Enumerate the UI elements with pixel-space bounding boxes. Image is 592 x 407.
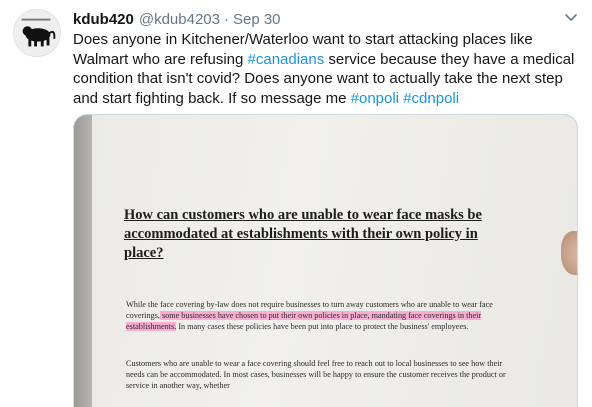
document-photo: How can customers who are unable to wear… xyxy=(92,115,577,407)
tweet-text: Does anyone in Kitchener/Waterloo want t… xyxy=(73,30,578,108)
chevron-down-icon[interactable] xyxy=(564,11,578,25)
user-handle[interactable]: @kdub4203 xyxy=(139,11,220,28)
avatar-image xyxy=(14,10,60,56)
tweet-header: kdub420 @kdub4203 · Sep 30 xyxy=(73,9,578,29)
document-paragraph-1: While the face covering by-law does not … xyxy=(126,299,516,332)
document-heading: How can customers who are unable to wear… xyxy=(124,207,482,261)
hashtag-onpoli[interactable]: #onpoli xyxy=(351,90,399,107)
document-paragraph-2: Customers who are unable to wear a face … xyxy=(126,359,506,390)
hashtag-cdnpoli[interactable]: #cdnpoli xyxy=(403,90,459,107)
display-name[interactable]: kdub420 xyxy=(73,11,134,28)
background-shadow xyxy=(74,115,92,407)
tweet-date[interactable]: Sep 30 xyxy=(233,11,281,28)
avatar[interactable] xyxy=(13,9,61,57)
thumb xyxy=(561,231,577,275)
document-text: In many cases these policies have been p… xyxy=(176,322,469,331)
tweet[interactable]: kdub420 @kdub4203 · Sep 30 Does anyone i… xyxy=(0,0,592,407)
media-image[interactable]: How can customers who are unable to wear… xyxy=(73,114,578,407)
separator-dot: · xyxy=(223,10,229,28)
hashtag-canadians[interactable]: #canadians xyxy=(248,51,325,68)
